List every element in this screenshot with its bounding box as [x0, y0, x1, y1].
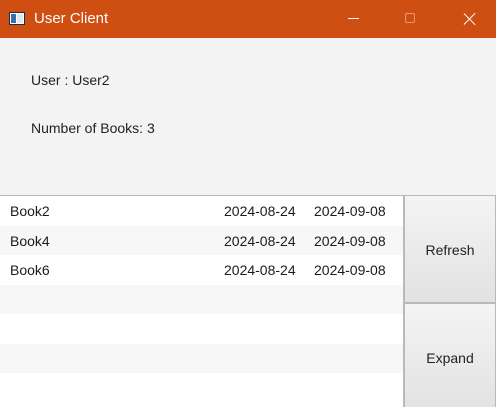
- window-title: User Client: [34, 10, 109, 27]
- user-client-window: User Client User : User2 Number of Books…: [0, 0, 496, 407]
- minimize-icon: [348, 18, 359, 19]
- user-info-panel: User : User2 Number of Books: 3: [0, 38, 496, 195]
- list-item[interactable]: Book4 2024-08-24 2024-09-08: [0, 225, 403, 255]
- close-button[interactable]: [446, 0, 492, 38]
- book-title: Book4: [10, 232, 50, 249]
- minimize-button[interactable]: [330, 0, 376, 38]
- expand-button[interactable]: Expand: [404, 303, 496, 407]
- action-buttons: Refresh Expand: [404, 195, 496, 407]
- app-window-icon: [9, 12, 25, 25]
- empty-list-row: [0, 343, 403, 373]
- empty-list-row: [0, 373, 403, 403]
- close-icon: [463, 12, 477, 26]
- book-title: Book6: [10, 262, 50, 278]
- maximize-icon: [405, 13, 415, 23]
- book-title: Book2: [10, 203, 50, 219]
- book-start-date: 2024-08-24: [224, 203, 296, 219]
- book-end-date: 2024-09-08: [314, 232, 386, 249]
- empty-list-row: [0, 284, 403, 314]
- title-bar[interactable]: User Client: [0, 0, 496, 38]
- list-item[interactable]: Book6 2024-08-24 2024-09-08: [0, 255, 403, 285]
- book-start-date: 2024-08-24: [224, 232, 296, 249]
- book-end-date: 2024-09-08: [314, 262, 386, 278]
- empty-list-row: [0, 314, 403, 344]
- list-item[interactable]: Book2 2024-08-24 2024-09-08: [0, 196, 403, 226]
- user-label: User : User2: [31, 72, 110, 88]
- maximize-button[interactable]: [388, 0, 434, 38]
- book-list[interactable]: Book2 2024-08-24 2024-09-08 Book4 2024-08-24…: [0, 195, 404, 407]
- refresh-button[interactable]: Refresh: [404, 195, 496, 303]
- book-start-date: 2024-08-24: [224, 262, 296, 278]
- book-count-label: Number of Books: 3: [31, 120, 155, 136]
- book-end-date: 2024-09-08: [314, 203, 386, 219]
